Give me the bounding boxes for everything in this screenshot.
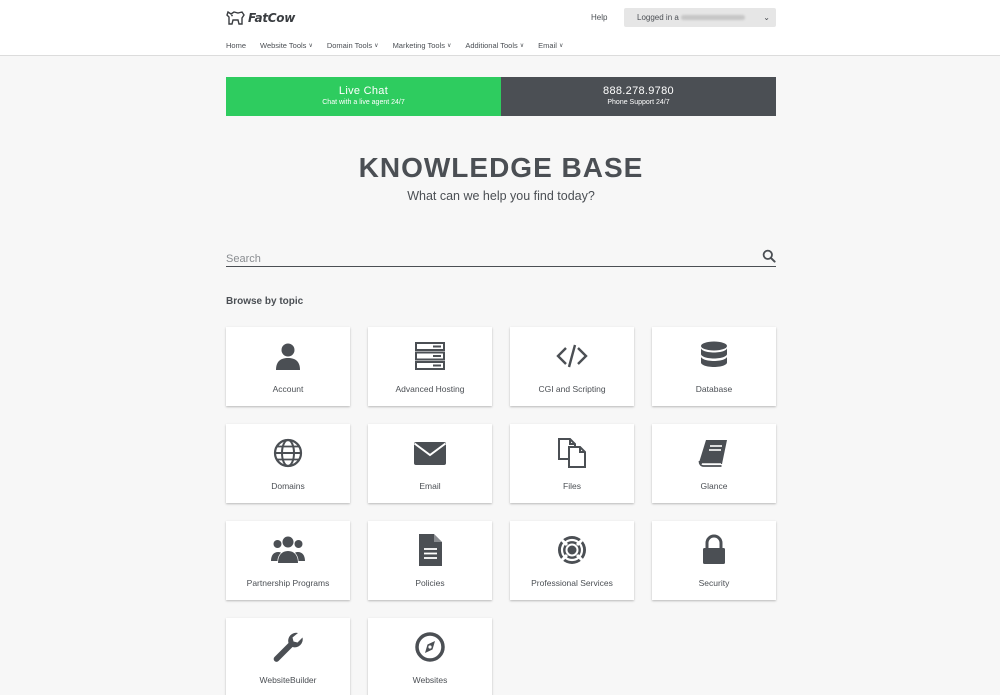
- topic-label: Professional Services: [531, 578, 613, 588]
- topic-tile-email[interactable]: Email: [368, 424, 492, 503]
- lock-icon-wrapper: [652, 533, 776, 567]
- wrench-icon: [273, 632, 303, 662]
- logo-text: FatCow: [248, 11, 295, 25]
- users-icon-wrapper: [226, 533, 350, 567]
- nav-item-email[interactable]: Email ∨: [538, 41, 563, 50]
- nav-item-label: Domain Tools: [326, 41, 373, 50]
- account-name-redacted: [680, 15, 745, 21]
- server-icon: [415, 342, 445, 370]
- browse-by-topic-heading: Browse by topic: [226, 296, 304, 307]
- topic-label: Policies: [415, 578, 445, 588]
- code-icon-wrapper: [510, 339, 634, 373]
- topic-tile-glance[interactable]: Glance: [652, 424, 776, 503]
- topic-label: Advanced Hosting: [395, 384, 465, 394]
- book-icon-wrapper: [652, 436, 776, 470]
- nav-item-label: Home: [226, 41, 247, 50]
- nav-item-label: Website Tools: [260, 41, 307, 50]
- compass-icon-wrapper: [368, 630, 492, 664]
- document-icon-wrapper: [368, 533, 492, 567]
- topic-label: Glance: [700, 481, 728, 491]
- topic-label: Websites: [412, 675, 448, 685]
- search-bar: [226, 249, 776, 267]
- live-chat-button[interactable]: Live Chat Chat with a live agent 24/7: [226, 77, 501, 116]
- server-icon-wrapper: [368, 339, 492, 373]
- topic-tile-cgi-and-scripting[interactable]: CGI and Scripting: [510, 327, 634, 406]
- topic-label: Database: [695, 384, 733, 394]
- main-nav: Home Website Tools ∨ Domain Tools ∨ Marketing…: [226, 41, 563, 50]
- lifebuoy-icon-wrapper: [510, 533, 634, 567]
- live-chat-subtitle: Chat with a live agent 24/7: [322, 99, 405, 106]
- account-label: Logged in a: [637, 13, 679, 22]
- topic-tile-professional-services[interactable]: Professional Services: [510, 521, 634, 600]
- topic-tile-partnership-programs[interactable]: Partnership Programs: [226, 521, 350, 600]
- topic-label: Partnership Programs: [246, 578, 330, 588]
- help-link[interactable]: Help: [591, 13, 607, 22]
- compass-icon: [415, 632, 445, 662]
- search-input[interactable]: [226, 251, 746, 267]
- files-icon: [558, 438, 586, 468]
- topic-label: Domains: [271, 481, 305, 491]
- topic-label: Account: [272, 384, 304, 394]
- book-icon: [698, 440, 727, 467]
- search-icon[interactable]: [762, 249, 776, 263]
- topic-label: CGI and Scripting: [538, 384, 606, 394]
- files-icon-wrapper: [510, 436, 634, 470]
- nav-item-label: Additional Tools: [465, 41, 518, 50]
- chevron-down-icon: ⌄: [763, 13, 770, 22]
- phone-support-button[interactable]: 888.278.9780 Phone Support 24/7: [501, 77, 776, 116]
- database-icon-wrapper: [652, 339, 776, 373]
- chevron-down-icon: ∨: [374, 43, 379, 49]
- user-icon: [276, 343, 300, 370]
- topic-label: WebsiteBuilder: [259, 675, 317, 685]
- top-header: FatCow Help Logged in a ⌄ Home Website To…: [0, 0, 1000, 56]
- topic-tile-security[interactable]: Security: [652, 521, 776, 600]
- database-icon: [701, 341, 727, 367]
- wrench-icon-wrapper: [226, 630, 350, 664]
- topic-tile-domains[interactable]: Domains: [226, 424, 350, 503]
- nav-item-website-tools[interactable]: Website Tools ∨: [260, 41, 313, 50]
- chevron-down-icon: ∨: [558, 43, 564, 49]
- account-dropdown[interactable]: Logged in a ⌄: [624, 8, 776, 27]
- user-icon-wrapper: [226, 339, 350, 373]
- lifebuoy-icon: [558, 536, 586, 564]
- envelope-icon: [413, 442, 447, 465]
- topic-grid: Account Advanced Hosting CGI and Scripting…: [226, 327, 777, 695]
- globe-icon: [273, 438, 303, 468]
- topic-label: Email: [419, 481, 441, 491]
- nav-item-marketing-tools[interactable]: Marketing Tools ∨: [393, 41, 452, 50]
- topic-tile-websitebuilder[interactable]: WebsiteBuilder: [226, 618, 350, 695]
- topic-tile-database[interactable]: Database: [652, 327, 776, 406]
- document-icon: [419, 534, 442, 566]
- envelope-icon-wrapper: [368, 436, 492, 470]
- nav-item-label: Email: [538, 41, 557, 50]
- chevron-down-icon: ∨: [519, 43, 525, 49]
- nav-item-domain-tools[interactable]: Domain Tools ∨: [327, 41, 379, 50]
- page-subtitle: What can we help you find today?: [407, 189, 595, 203]
- code-icon: [556, 344, 588, 368]
- phone-number: 888.278.9780: [603, 85, 674, 97]
- topic-tile-files[interactable]: Files: [510, 424, 634, 503]
- chevron-down-icon: ∨: [446, 43, 452, 49]
- topic-tile-websites[interactable]: Websites: [368, 618, 492, 695]
- lock-icon: [703, 534, 725, 564]
- topic-tile-account[interactable]: Account: [226, 327, 350, 406]
- phone-support-subtitle: Phone Support 24/7: [607, 99, 670, 106]
- nav-item-additional-tools[interactable]: Additional Tools ∨: [465, 41, 524, 50]
- topic-label: Files: [563, 481, 581, 491]
- cow-logo-icon: [226, 10, 245, 25]
- nav-item-label: Marketing Tools: [392, 41, 445, 50]
- users-icon: [271, 536, 305, 563]
- live-chat-title: Live Chat: [338, 85, 389, 97]
- topic-tile-advanced-hosting[interactable]: Advanced Hosting: [368, 327, 492, 406]
- nav-item-home[interactable]: Home: [226, 41, 246, 50]
- topic-label: Security: [698, 578, 730, 588]
- page-title: KNOWLEDGE BASE: [358, 152, 644, 183]
- globe-icon-wrapper: [226, 436, 350, 470]
- fatcow-logo[interactable]: FatCow: [226, 8, 295, 28]
- contact-bar: Live Chat Chat with a live agent 24/7 88…: [226, 77, 776, 116]
- chevron-down-icon: ∨: [308, 43, 313, 49]
- topic-tile-policies[interactable]: Policies: [368, 521, 492, 600]
